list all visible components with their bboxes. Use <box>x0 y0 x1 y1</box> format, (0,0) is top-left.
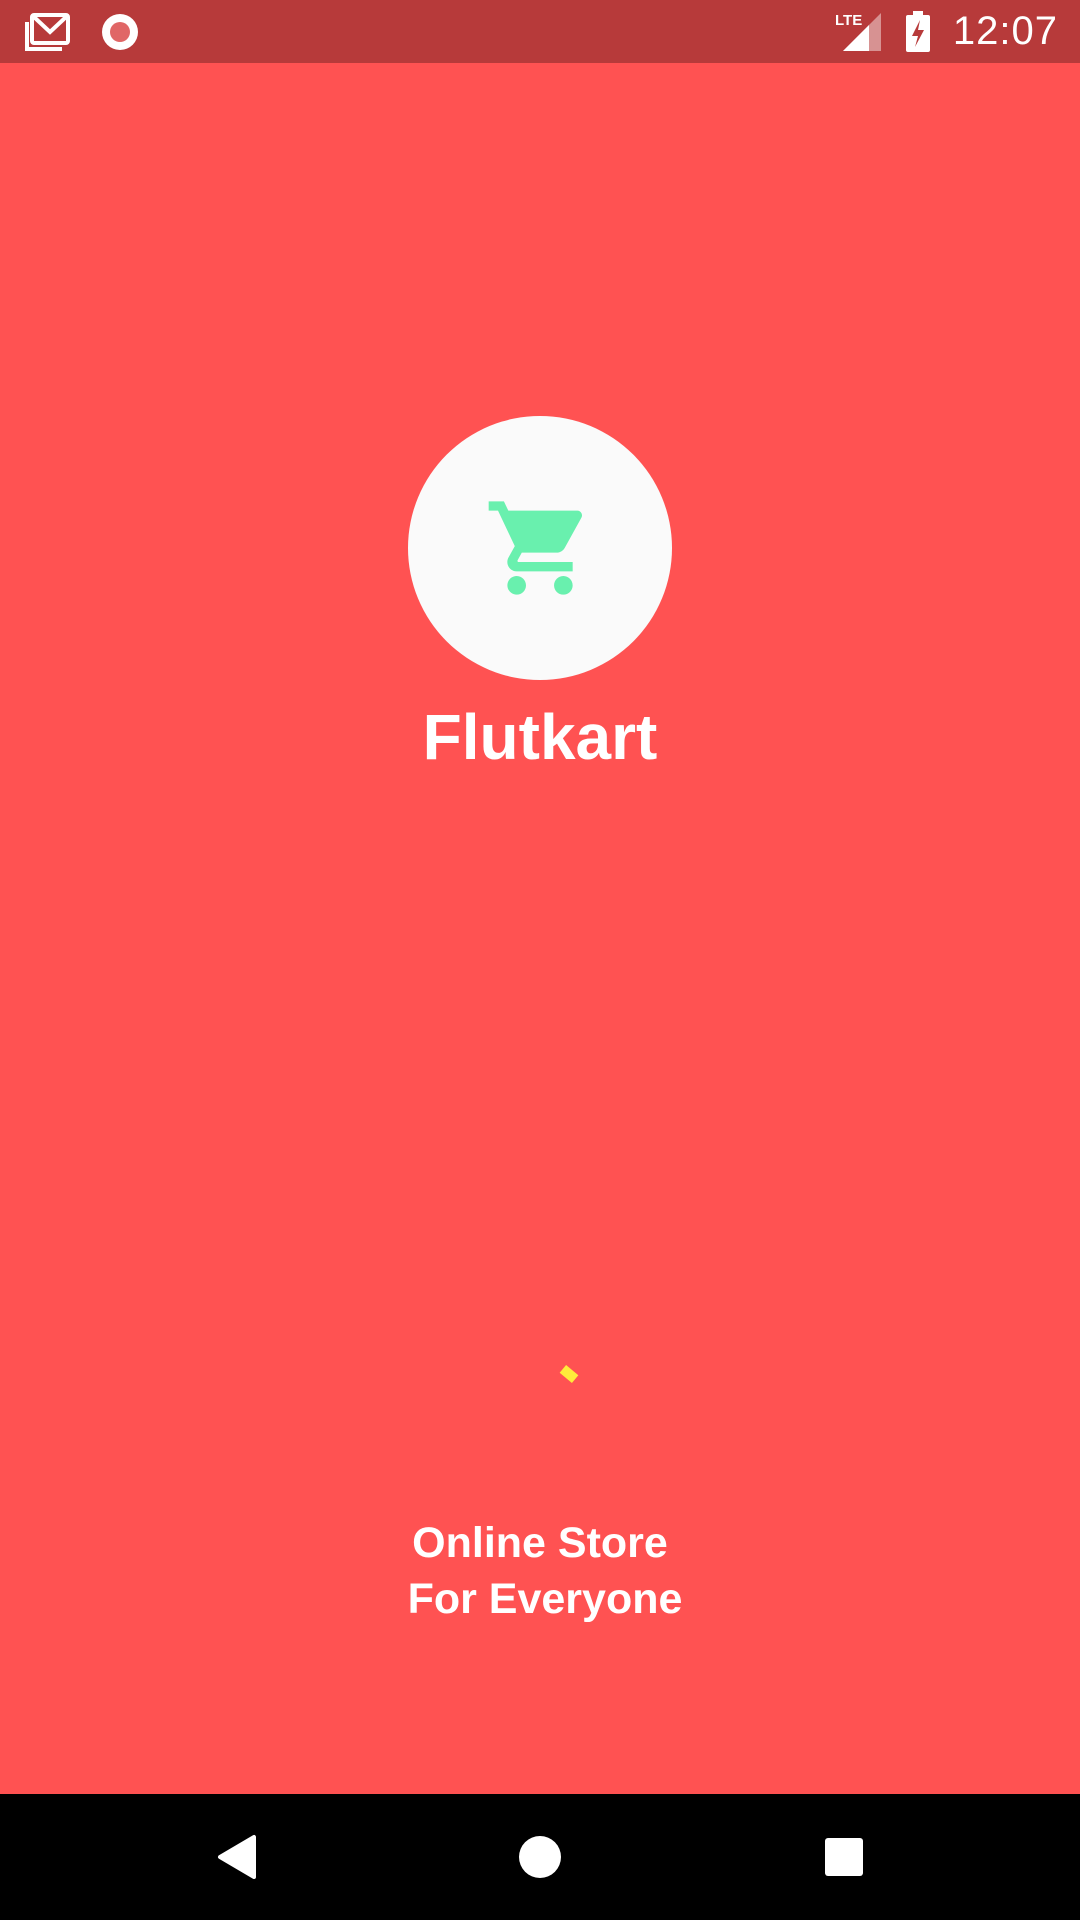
status-time: 12:07 <box>952 9 1058 53</box>
loading-indicator <box>559 1365 579 1383</box>
tagline: Online Store For Everyone <box>0 1515 1080 1627</box>
status-right-icons: LTE 12:07 <box>835 9 1058 54</box>
record-icon <box>100 12 140 52</box>
recents-button[interactable] <box>784 1794 904 1920</box>
status-bar: LTE 12:07 <box>0 0 1080 63</box>
home-icon <box>518 1835 562 1879</box>
back-button[interactable] <box>176 1794 296 1920</box>
tagline-line-2: For Everyone <box>407 1575 683 1623</box>
lte-signal-icon: LTE <box>835 11 883 53</box>
battery-charging-icon <box>905 10 931 53</box>
home-button[interactable] <box>480 1794 600 1920</box>
gmail-icon <box>24 12 70 52</box>
navigation-bar <box>0 1794 1080 1920</box>
svg-text:LTE: LTE <box>835 12 862 29</box>
logo-circle <box>408 416 672 680</box>
back-icon <box>214 1833 258 1881</box>
shopping-cart-icon <box>484 492 596 604</box>
recents-icon <box>824 1837 864 1877</box>
status-left-icons <box>24 12 140 52</box>
app-title: Flutkart <box>422 701 658 773</box>
tagline-line-1: Online Store <box>412 1519 668 1567</box>
